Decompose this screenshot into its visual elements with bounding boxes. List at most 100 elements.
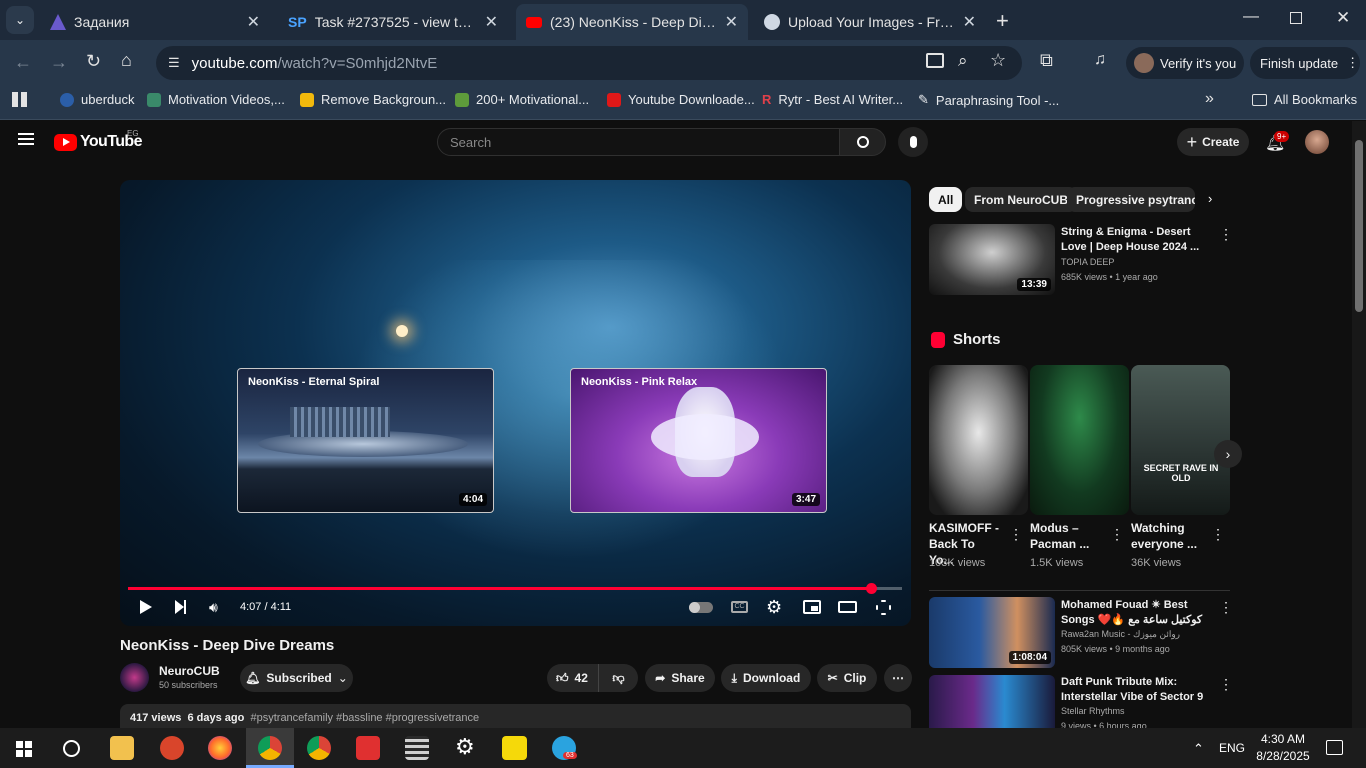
rec-channel[interactable]: TOPIA DEEP	[1061, 255, 1114, 270]
rec-video-title[interactable]: Daft Punk Tribute Mix: Interstellar Vibe…	[1061, 675, 1213, 705]
bookmark-motivation-videos[interactable]: Motivation Videos,...	[147, 92, 285, 107]
wps-office-icon[interactable]	[356, 736, 380, 760]
miniplayer-icon[interactable]	[803, 600, 821, 614]
exness-icon[interactable]	[502, 736, 527, 760]
share-button[interactable]: ➦ Share	[645, 664, 715, 692]
progress-bar[interactable]	[128, 583, 902, 594]
notification-center-icon[interactable]	[1326, 740, 1343, 755]
like-button[interactable]: 👍︎ 42	[547, 664, 598, 692]
endcard-eternal-spiral[interactable]: NeonKiss - Eternal Spiral 4:04	[237, 368, 494, 513]
endcard-pink-relax[interactable]: NeonKiss - Pink Relax 3:47	[570, 368, 827, 513]
apps-icon[interactable]	[12, 92, 27, 107]
tab-search-button[interactable]: ⌄	[6, 6, 34, 34]
tab-zadaniya[interactable]: Задания ✕	[40, 4, 270, 40]
rec-video-thumbnail[interactable]: 1:08:04	[929, 597, 1055, 668]
search-input[interactable]: Search	[437, 128, 840, 156]
short-thumbnail[interactable]: SECRET RAVE IN OLD	[1131, 365, 1230, 515]
close-icon[interactable]: ✕	[963, 12, 976, 32]
bookmark-paraphrasing-tool[interactable]: ✎ Paraphrasing Tool -...	[918, 92, 1059, 108]
progress-scrubber[interactable]	[866, 583, 878, 594]
channel-name[interactable]: NeuroCUB	[159, 664, 220, 678]
chip-all[interactable]: All	[929, 187, 963, 212]
bookmark-rytr[interactable]: R Rytr - Best AI Writer...	[762, 92, 903, 107]
zoom-icon[interactable]: ⌕	[958, 51, 968, 71]
more-vert-icon[interactable]: ⋮	[1211, 526, 1225, 543]
input-language[interactable]: ENG	[1219, 741, 1245, 755]
file-explorer-icon[interactable]	[110, 736, 134, 760]
short-thumbnail[interactable]	[929, 365, 1028, 515]
menu-icon[interactable]	[18, 133, 34, 145]
windows-start-icon[interactable]	[16, 741, 32, 757]
site-info-icon[interactable]: ☰	[168, 55, 180, 71]
bookmark-star-icon[interactable]: ☆	[990, 50, 1006, 71]
home-button[interactable]: ⌂	[121, 50, 132, 71]
firefox-icon[interactable]	[208, 736, 232, 760]
search-button[interactable]	[839, 128, 886, 156]
close-icon[interactable]: ✕	[725, 12, 738, 32]
more-actions-button[interactable]: ⋯	[884, 664, 912, 692]
dislike-button[interactable]: 👎︎	[598, 664, 638, 692]
tab-youtube[interactable]: (23) NeonKiss - Deep Dive Drea ✕	[516, 4, 748, 40]
maximize-button[interactable]	[1290, 12, 1302, 24]
address-bar[interactable]: ☰ youtube.com/watch?v=S0mhjd2NtvE	[156, 46, 1022, 80]
wps-presentation-icon[interactable]	[160, 736, 184, 760]
more-vert-icon[interactable]: ⋮	[1219, 226, 1233, 243]
theater-mode-icon[interactable]	[838, 601, 857, 613]
subscribed-button[interactable]: 🔔︎ Subscribed ⌄	[240, 664, 353, 692]
all-bookmarks-button[interactable]: All Bookmarks	[1252, 92, 1357, 107]
rec-video-thumbnail[interactable]: 13:39	[929, 224, 1055, 295]
forward-button[interactable]: →	[50, 52, 68, 73]
hashtags[interactable]: #psytrancefamily #bassline #progressivet…	[250, 712, 479, 724]
page-scrollbar[interactable]	[1352, 121, 1366, 728]
calculator-icon[interactable]	[405, 736, 429, 760]
reload-button[interactable]: ↻	[86, 51, 101, 72]
rec-video-title[interactable]: Mohamed Fouad ✴ Best Songs ❤️🔥 كوكتيل سا…	[1061, 598, 1213, 628]
more-vert-icon[interactable]: ⋮	[1219, 599, 1233, 616]
shorts-next-button[interactable]: ›	[1214, 440, 1242, 468]
chip-progressive-psytrance[interactable]: Progressive psytrance m	[1067, 187, 1195, 212]
short-thumbnail[interactable]	[1030, 365, 1129, 515]
more-vert-icon[interactable]: ⋮	[1110, 526, 1124, 543]
download-button[interactable]: ⤓ Download	[721, 664, 811, 692]
bookmark-uberduck[interactable]: uberduck	[60, 92, 134, 107]
tab-upload-images[interactable]: Upload Your Images - Free Imag ✕	[754, 4, 986, 40]
channel-avatar[interactable]	[120, 663, 149, 692]
autoplay-toggle[interactable]	[689, 602, 713, 613]
media-control-icon[interactable]: ♫	[1094, 51, 1106, 69]
settings-gear-icon[interactable]: ⚙	[766, 597, 782, 618]
volume-icon[interactable]: 🔊︎	[209, 599, 218, 616]
play-button[interactable]	[140, 600, 152, 614]
more-bookmarks-icon[interactable]: »	[1205, 90, 1214, 108]
settings-gear-icon[interactable]: ⚙	[455, 734, 475, 760]
create-button[interactable]: + Create	[1177, 128, 1249, 156]
chevron-right-icon[interactable]: ›	[1208, 191, 1212, 206]
install-app-icon[interactable]	[926, 53, 944, 68]
next-button[interactable]	[175, 600, 186, 614]
short-title[interactable]: Watching everyone ...	[1131, 520, 1203, 552]
tab-task[interactable]: SP Task #2737525 - view task ✕	[278, 4, 508, 40]
chrome-icon[interactable]	[307, 736, 331, 760]
new-tab-button[interactable]: +	[996, 8, 1009, 34]
close-icon[interactable]: ✕	[485, 12, 498, 32]
verify-profile-button[interactable]: Verify it's you	[1126, 47, 1244, 79]
chevron-up-icon[interactable]: ⌃	[1193, 741, 1204, 757]
extensions-icon[interactable]: ⧉	[1040, 50, 1053, 71]
rec-video-thumbnail[interactable]	[929, 675, 1055, 728]
voice-search-button[interactable]	[898, 127, 928, 157]
close-window-button[interactable]: ✕	[1336, 8, 1350, 28]
close-icon[interactable]: ✕	[247, 12, 260, 32]
search-circle-icon[interactable]	[63, 740, 80, 757]
chrome-active-icon[interactable]	[258, 736, 282, 760]
description-box[interactable]: 417 views 6 days ago #psytrancefamily #b…	[120, 704, 911, 728]
bookmark-youtube-downloader[interactable]: Youtube Downloade...	[607, 92, 755, 107]
clip-button[interactable]: ✂ Clip	[817, 664, 877, 692]
bookmark-remove-background[interactable]: Remove Backgroun...	[300, 92, 446, 107]
clock-date[interactable]: 8/28/2025	[1254, 749, 1312, 763]
rec-channel[interactable]: Stellar Rhythms	[1061, 704, 1125, 719]
minimize-button[interactable]: —	[1243, 8, 1259, 26]
chip-from-neurocub[interactable]: From NeuroCUB	[965, 187, 1078, 212]
rec-channel[interactable]: Rawa2an Music - روائن ميوزك	[1061, 627, 1180, 642]
clock-time[interactable]: 4:30 AM	[1259, 732, 1307, 746]
back-button[interactable]: ←	[14, 52, 32, 73]
fullscreen-icon[interactable]	[876, 600, 891, 615]
